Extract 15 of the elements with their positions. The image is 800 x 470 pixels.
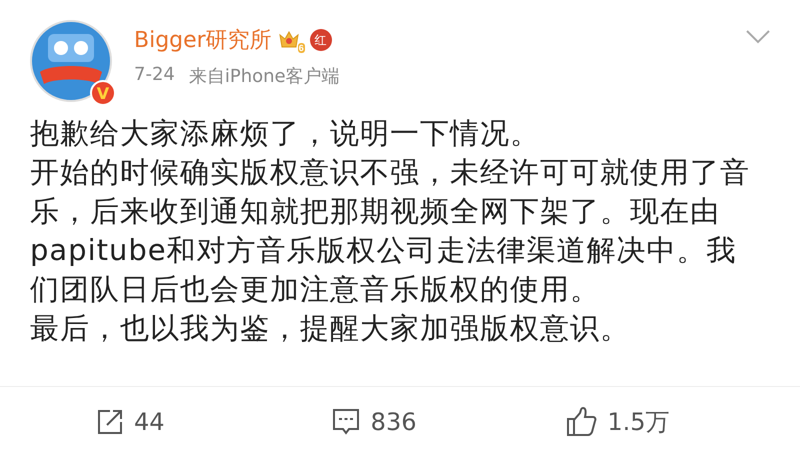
- avatar-icon: [30, 20, 112, 102]
- author-name[interactable]: Bigger研究所: [134, 25, 272, 55]
- post-paragraph: 最后，也以我为鉴，提醒大家加强版权意识。: [30, 310, 631, 347]
- comment-icon[interactable]: [330, 407, 361, 437]
- post-source: 来自iPhone客户端: [188, 65, 340, 88]
- share-icon[interactable]: [96, 408, 124, 436]
- post-paragraph: 开始的时候确实版权意识不强，未经许可可就使用了音乐，后来收到通知就把那期视频全网下架了。现在由papitube和对方音乐版权公司走法律渠道解决中。我们团队日后也会更加注意音乐版权的使用。: [30, 154, 751, 308]
- repost-count: 44: [134, 408, 165, 436]
- verified-badge: V: [90, 80, 116, 106]
- post-time: 7-24: [134, 64, 175, 87]
- post-paragraph: 抱歉给大家添麻烦了，说明一下情况。: [30, 115, 541, 152]
- thumbs-up-icon[interactable]: [565, 406, 598, 438]
- like-count: 1.5万: [607, 407, 670, 438]
- comment-count: 836: [370, 408, 416, 436]
- rank-badge: 红: [310, 29, 332, 51]
